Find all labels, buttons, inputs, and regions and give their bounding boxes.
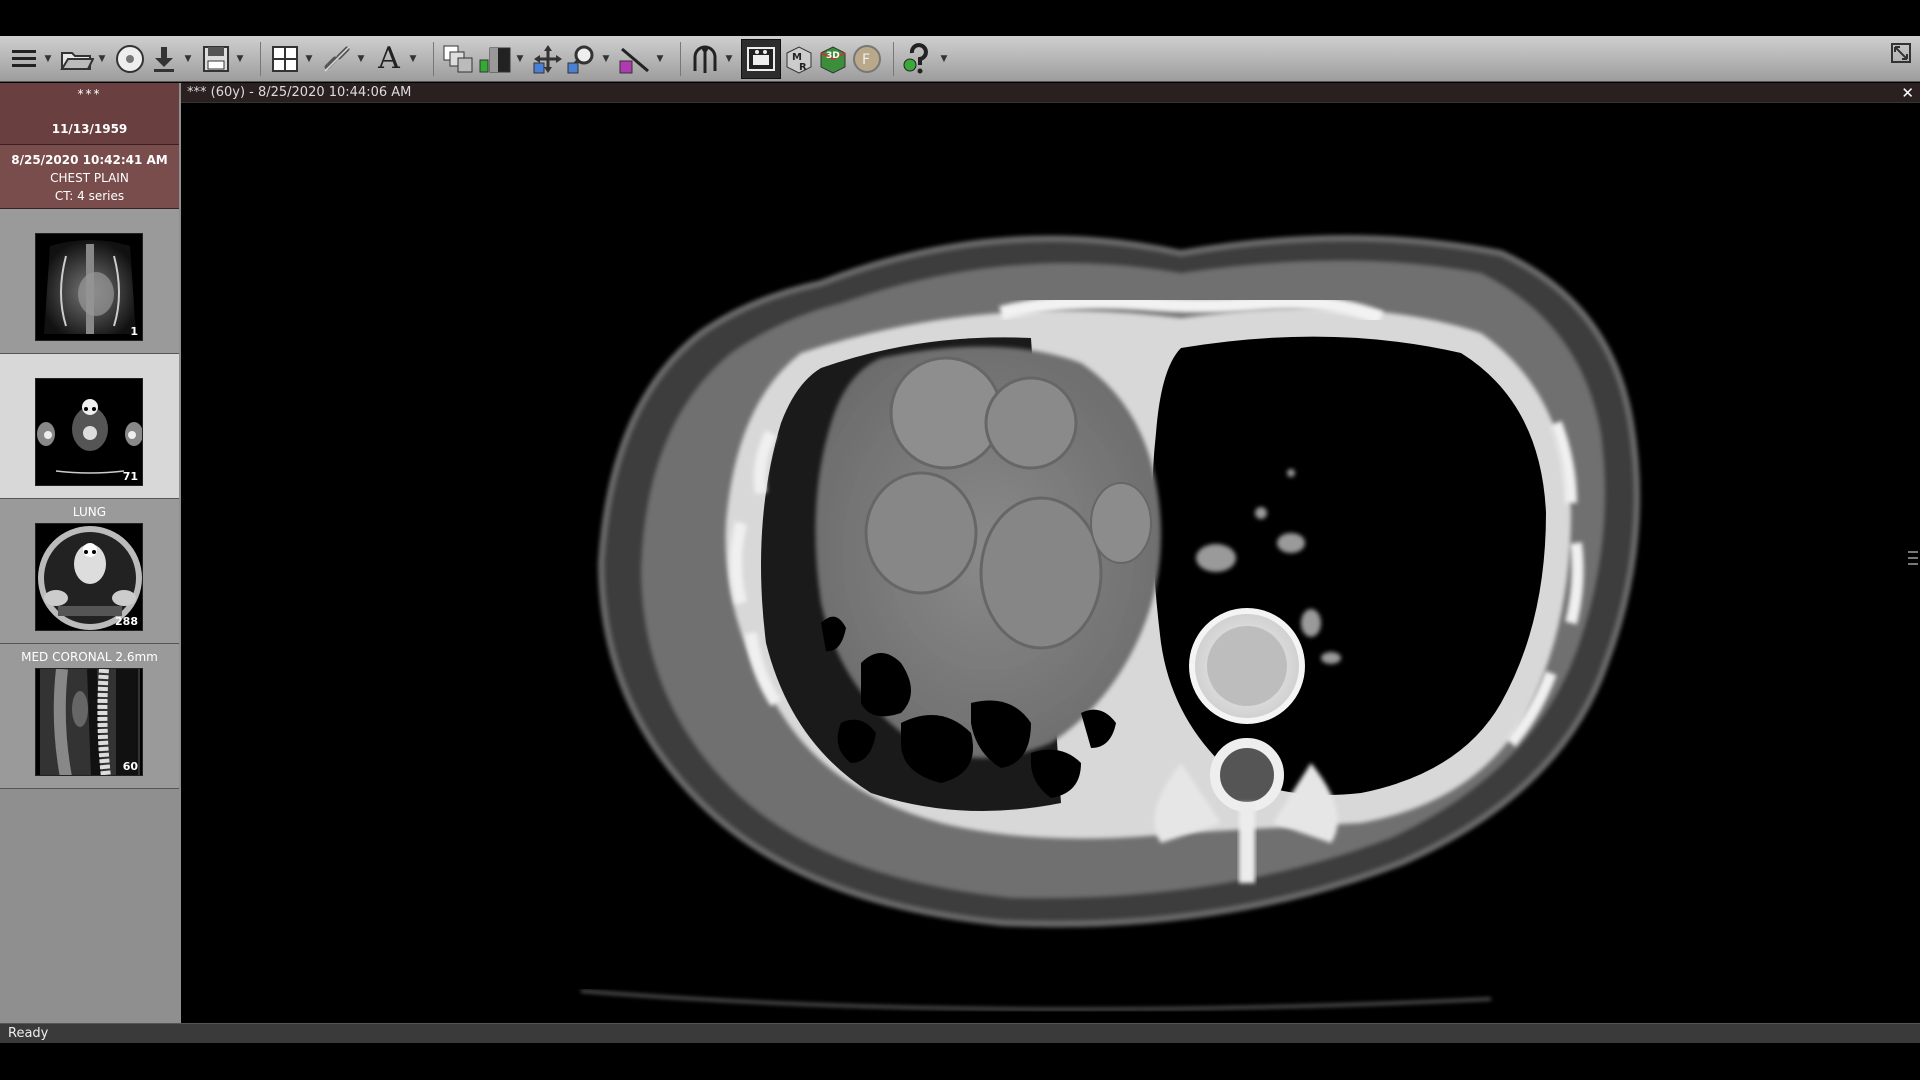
toolbar-separator	[680, 41, 681, 76]
save-icon[interactable]	[200, 39, 232, 79]
study-header[interactable]: 8/25/2020 10:42:41 AM CHEST PLAIN CT: 4 …	[0, 145, 179, 209]
fusion-icon[interactable]: F	[851, 39, 883, 79]
series-image-count: 288	[115, 615, 138, 628]
series-label	[0, 209, 179, 231]
link-icon[interactable]	[321, 39, 353, 79]
layout-dropdown-caret[interactable]: ▼	[303, 39, 315, 79]
viewport-header: *** (60y) - 8/25/2020 10:44:06 AM ✕	[181, 83, 1920, 103]
series-thumbnail-scout[interactable]: 1	[0, 209, 179, 354]
study-series-count: CT: 4 series	[54, 189, 125, 203]
open-dropdown-caret[interactable]: ▼	[96, 39, 108, 79]
main-toolbar: ▼ ▼ ▼ ▼ ▼ ▼ A ▼ ▼ ▼ ▼ ▼ M R 3D F ▼	[0, 36, 1920, 82]
help-dropdown-caret[interactable]: ▼	[938, 39, 950, 79]
probe-icon[interactable]	[689, 39, 721, 79]
download-dropdown-caret[interactable]: ▼	[182, 39, 194, 79]
series-image-count: 1	[130, 325, 138, 338]
3d-icon[interactable]: 3D	[817, 39, 849, 79]
zoom-icon[interactable]	[566, 39, 598, 79]
bottom-black-strip	[0, 1043, 1920, 1080]
menu-icon[interactable]	[8, 39, 40, 79]
status-bar: Ready	[0, 1023, 1920, 1043]
series-image-count: 60	[122, 760, 138, 773]
viewport-title: *** (60y) - 8/25/2020 10:44:06 AM	[187, 85, 412, 100]
pan-icon[interactable]	[532, 39, 564, 79]
close-icon[interactable]: ✕	[1901, 83, 1914, 103]
viewport-scroll-handle[interactable]	[1904, 543, 1920, 583]
download-icon[interactable]	[148, 39, 180, 79]
text-dropdown-caret[interactable]: ▼	[407, 39, 419, 79]
ct-axial-image	[580, 235, 1641, 1011]
series-label: MED CORONAL 2.6mm	[21, 650, 158, 664]
study-datetime: 8/25/2020 10:42:41 AM	[11, 153, 168, 167]
window-level-icon[interactable]	[478, 39, 512, 79]
link-dropdown-caret[interactable]: ▼	[355, 39, 367, 79]
toolbar-separator	[893, 41, 894, 76]
series-thumbnail-image: 60	[35, 668, 143, 776]
patient-dob: 11/13/1959	[51, 122, 128, 136]
probe-dropdown-caret[interactable]: ▼	[723, 39, 735, 79]
study-description: CHEST PLAIN	[50, 171, 129, 185]
fullscreen-icon[interactable]	[1890, 42, 1912, 64]
series-image-count: 71	[122, 470, 138, 483]
measure-icon[interactable]	[618, 39, 652, 79]
status-text: Ready	[8, 1026, 49, 1041]
open-folder-icon[interactable]	[60, 39, 94, 79]
svg-text:3D: 3D	[826, 51, 840, 61]
measure-dropdown-caret[interactable]: ▼	[654, 39, 666, 79]
patient-header[interactable]: *** 11/13/1959	[0, 83, 179, 145]
zoom-dropdown-caret[interactable]: ▼	[600, 39, 612, 79]
toolbar-separator	[260, 41, 261, 76]
cd-dvd-icon[interactable]	[114, 39, 146, 79]
series-thumbnail-image: 288	[35, 523, 143, 631]
text-annotation-icon[interactable]: A	[373, 39, 405, 79]
save-dropdown-caret[interactable]: ▼	[234, 39, 246, 79]
window-level-dropdown-caret[interactable]: ▼	[514, 39, 526, 79]
svg-text:R: R	[799, 62, 807, 73]
menu-dropdown-caret[interactable]: ▼	[42, 39, 54, 79]
series-label: LUNG	[72, 505, 107, 519]
series-thumbnail-lung[interactable]: LUNG 288	[0, 499, 179, 644]
toolbar-separator	[433, 41, 434, 76]
svg-text:F: F	[862, 52, 870, 68]
mpr-icon[interactable]: MR	[783, 39, 815, 79]
study-browser-panel: *** 11/13/1959 8/25/2020 10:42:41 AM CHE…	[0, 83, 181, 1023]
patient-name: ***	[77, 87, 102, 101]
app-window: ▼ ▼ ▼ ▼ ▼ ▼ A ▼ ▼ ▼ ▼ ▼ M R 3D F ▼ *** 1…	[0, 0, 1920, 1080]
series-thumbnail-image: 71	[35, 378, 143, 486]
series-thumbnail-image: 1	[35, 233, 143, 341]
top-black-strip	[0, 0, 1920, 36]
layout-grid-icon[interactable]	[269, 39, 301, 79]
series-label	[0, 354, 179, 376]
help-icon[interactable]	[902, 39, 936, 79]
cine-icon[interactable]	[741, 38, 781, 79]
series-stack-icon[interactable]	[442, 39, 476, 79]
image-viewport[interactable]	[181, 103, 1920, 1023]
series-thumbnail-coronal[interactable]: MED CORONAL 2.6mm 60	[0, 644, 179, 789]
series-thumbnail-axial[interactable]: 71	[0, 354, 179, 499]
